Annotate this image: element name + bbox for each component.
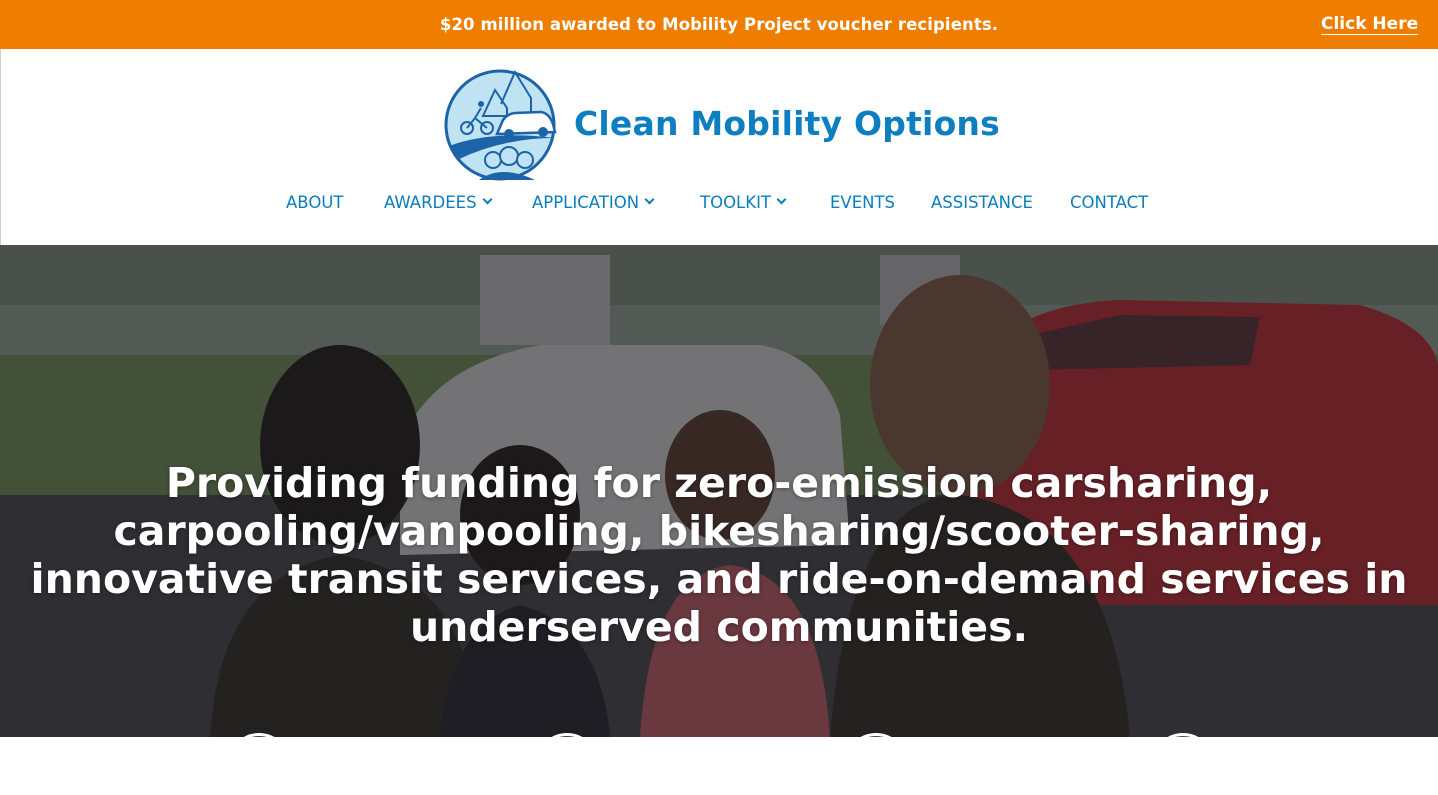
hero-headline: Providing funding for zero-emission cars… [30,459,1408,651]
nav-toolkit[interactable]: TOOLKIT [700,193,787,212]
nav-events-label: EVENTS [830,193,896,212]
announcement-banner: $20 million awarded to Mobility Project … [0,0,1438,49]
click-here-link[interactable]: Click Here [1321,14,1418,34]
feature-circle[interactable] [845,733,907,795]
chevron-down-icon [776,194,787,205]
nav-application[interactable]: APPLICATION [532,193,655,212]
nav-events[interactable]: EVENTS [830,193,895,212]
chevron-down-icon [644,194,655,205]
hero-section: Providing funding for zero-emission cars… [0,245,1438,737]
site-title[interactable]: Clean Mobility Options [574,104,1000,143]
chevron-down-icon [482,194,493,205]
banner-message: $20 million awarded to Mobility Project … [439,15,999,34]
feature-circle[interactable] [228,733,290,795]
site-header [0,49,1438,245]
nav-about-label: ABOUT [286,193,344,212]
nav-contact[interactable]: CONTACT [1070,193,1148,212]
nav-application-label: APPLICATION [532,193,640,212]
nav-about[interactable]: ABOUT [286,193,343,212]
cmo-logo-icon[interactable] [443,68,559,182]
nav-awardees-label: AWARDEES [384,193,477,212]
nav-toolkit-label: TOOLKIT [700,193,772,212]
nav-assistance[interactable]: ASSISTANCE [931,193,1033,212]
nav-contact-label: CONTACT [1070,193,1149,212]
nav-assistance-label: ASSISTANCE [931,193,1033,212]
feature-circle[interactable] [1152,733,1214,795]
nav-awardees[interactable]: AWARDEES [384,193,493,212]
feature-circle[interactable] [536,733,598,795]
